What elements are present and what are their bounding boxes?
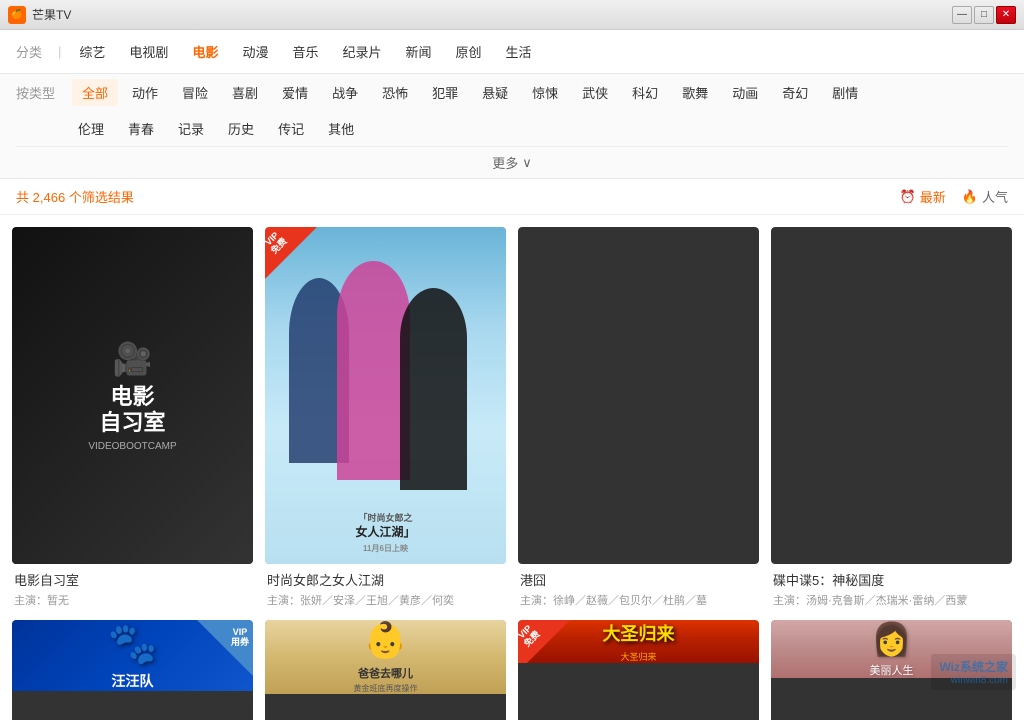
fire-icon: 🔥 — [962, 189, 978, 205]
filter-adventure[interactable]: 冒险 — [172, 79, 218, 106]
filter-animation[interactable]: 动画 — [722, 79, 768, 106]
movie-thumb-5: 🐾 汪汪队 VIP用券 — [12, 620, 253, 720]
filter-wuxia[interactable]: 武侠 — [572, 79, 618, 106]
movie-thumb-6: 👶 爸爸去哪儿 黄金班底再度操作 — [265, 620, 506, 720]
close-button[interactable]: ✕ — [996, 6, 1016, 24]
filter-all[interactable]: 全部 — [72, 79, 118, 106]
nav-item-life[interactable]: 生活 — [496, 36, 542, 67]
filter-scifi[interactable]: 科幻 — [622, 79, 668, 106]
filter-romance[interactable]: 爱情 — [272, 79, 318, 106]
movie-thumb-4: 碟中谍5 MISSION: IMPOSSIBLE ROGUE NATION VI… — [771, 227, 1012, 564]
filter-history[interactable]: 历史 — [218, 115, 264, 142]
sort-latest[interactable]: ⏰ 最新 — [900, 187, 946, 206]
nav-item-anime[interactable]: 动漫 — [232, 36, 278, 67]
movie-thumb-1: 🎥 电影自习室 VIDEOBOOTCAMP — [12, 227, 253, 564]
filter-horror[interactable]: 恐怖 — [372, 79, 418, 106]
more-filters-button[interactable]: 更多 ∨ — [16, 146, 1008, 178]
filter-row-2: 伦理 青春 记录 历史 传记 其他 — [16, 110, 1008, 146]
app-title: 芒果TV — [32, 6, 71, 23]
app-body: 分类 | 综艺 电视剧 电影 动漫 音乐 纪录片 新闻 原创 生活 按类型 全部… — [0, 30, 1024, 720]
movie-image-6: 👶 爸爸去哪儿 黄金班底再度操作 — [265, 620, 506, 694]
nav-divider: | — [58, 44, 61, 59]
filter-thriller[interactable]: 惊悚 — [522, 79, 568, 106]
titlebar-left: 🍊 芒果TV — [8, 6, 71, 24]
filter-youth[interactable]: 青春 — [118, 115, 164, 142]
top-nav: 分类 | 综艺 电视剧 电影 动漫 音乐 纪录片 新闻 原创 生活 — [0, 30, 1024, 74]
results-header: 共 2,466 个筛选结果 ⏰ 最新 🔥 人气 — [0, 179, 1024, 215]
movie-card-2[interactable]: 「时尚女郎之 女人江湖」 11月6日上映 VIP免费 时尚女郎之女 — [265, 227, 506, 608]
filter-other[interactable]: 其他 — [318, 115, 364, 142]
movie-title-1: 电影自习室 — [14, 570, 251, 589]
movie-cast-2: 主演：张妍／安泽／王旭／黄彦／何奕 — [267, 592, 504, 608]
movie-card-4[interactable]: 碟中谍5 MISSION: IMPOSSIBLE ROGUE NATION VI… — [771, 227, 1012, 608]
movie-card-6[interactable]: 👶 爸爸去哪儿 黄金班底再度操作 爸爸去哪儿 主演： — [265, 620, 506, 720]
movie-info-1: 电影自习室 主演：暂无 — [12, 564, 253, 608]
filter-musical[interactable]: 歌舞 — [672, 79, 718, 106]
movie-title-2: 时尚女郎之女人江湖 — [267, 570, 504, 589]
filter-fantasy[interactable]: 奇幻 — [772, 79, 818, 106]
movie-title-3: 港囧 — [520, 570, 757, 589]
sort-popular-label: 人气 — [982, 187, 1008, 206]
filter-war[interactable]: 战争 — [322, 79, 368, 106]
watermark-url: winwin8.com — [939, 675, 1008, 686]
nav-item-movie[interactable]: 电影 — [182, 36, 228, 67]
count-suffix: 个筛选结果 — [69, 190, 134, 205]
movie-info-2: 时尚女郎之女人江湖 主演：张妍／安泽／王旭／黄彦／何奕 — [265, 564, 506, 608]
watermark-logo: Wiz系统之家 — [939, 658, 1008, 675]
app-logo: 🍊 — [8, 6, 26, 24]
sort-popular[interactable]: 🔥 人气 — [962, 187, 1008, 206]
content-area: 🎥 电影自习室 VIDEOBOOTCAMP 电影自习室 主演：暂无 — [0, 215, 1024, 720]
movie-info-4: 碟中谍5：神秘国度 主演：汤姆·克鲁斯／杰瑞米·雷纳／西蒙 — [771, 564, 1012, 608]
filter-record[interactable]: 记录 — [168, 115, 214, 142]
filter-ethics[interactable]: 伦理 — [68, 115, 114, 142]
filter-mystery[interactable]: 悬疑 — [472, 79, 518, 106]
movie-card-3[interactable]: 港囧 09-25 情有独迫 追无所遇 IMAX VIP免费 — [518, 227, 759, 608]
chevron-down-icon: ∨ — [522, 155, 532, 171]
nav-label: 分类 — [16, 42, 42, 61]
nav-item-documentary[interactable]: 纪录片 — [332, 36, 391, 67]
maximize-button[interactable]: □ — [974, 6, 994, 24]
results-count: 共 2,466 个筛选结果 — [16, 187, 134, 206]
nav-item-original[interactable]: 原创 — [446, 36, 492, 67]
movie-cast-1: 主演：暂无 — [14, 592, 251, 608]
count-number: 2,466 — [33, 190, 66, 205]
movie-title-4: 碟中谍5：神秘国度 — [773, 570, 1010, 589]
clock-icon: ⏰ — [900, 189, 916, 205]
movie-cast-3: 主演：徐峥／赵薇／包贝尔／杜鹃／墓 — [520, 592, 757, 608]
filter-biography[interactable]: 传记 — [268, 115, 314, 142]
movie-card-1[interactable]: 🎥 电影自习室 VIDEOBOOTCAMP 电影自习室 主演：暂无 — [12, 227, 253, 608]
filter-label: 按类型 — [16, 83, 68, 102]
nav-item-variety[interactable]: 综艺 — [69, 36, 115, 67]
filter-crime[interactable]: 犯罪 — [422, 79, 468, 106]
movie-image-1: 🎥 电影自习室 VIDEOBOOTCAMP — [12, 227, 253, 564]
movie-thumb-2: 「时尚女郎之 女人江湖」 11月6日上映 VIP免费 — [265, 227, 506, 564]
movie-image-7: 大圣归来 大圣归来 VIP免费 — [518, 620, 759, 663]
sort-options: ⏰ 最新 🔥 人气 — [900, 187, 1008, 206]
window-controls: — □ ✕ — [952, 6, 1016, 24]
movie-cast-4: 主演：汤姆·克鲁斯／杰瑞米·雷纳／西蒙 — [773, 592, 1010, 608]
more-label: 更多 — [492, 153, 518, 172]
filter-comedy[interactable]: 喜剧 — [222, 79, 268, 106]
count-prefix: 共 — [16, 190, 29, 205]
movie-info-3: 港囧 主演：徐峥／赵薇／包贝尔／杜鹃／墓 — [518, 564, 759, 608]
nav-item-music[interactable]: 音乐 — [282, 36, 328, 67]
movie-thumb-7: 大圣归来 大圣归来 VIP免费 — [518, 620, 759, 720]
sort-latest-label: 最新 — [920, 187, 946, 206]
movie-image-2: 「时尚女郎之 女人江湖」 11月6日上映 VIP免费 — [265, 227, 506, 564]
titlebar: 🍊 芒果TV — □ ✕ — [0, 0, 1024, 30]
filter-drama[interactable]: 剧情 — [822, 79, 868, 106]
watermark: Wiz系统之家 winwin8.com — [931, 654, 1016, 690]
movie-thumb-3: 港囧 09-25 情有独迫 追无所遇 IMAX VIP免费 — [518, 227, 759, 564]
movie-card-7[interactable]: 大圣归来 大圣归来 VIP免费 大圣归来 主演： — [518, 620, 759, 720]
nav-item-news[interactable]: 新闻 — [396, 36, 442, 67]
minimize-button[interactable]: — — [952, 6, 972, 24]
movie-image-5: 🐾 汪汪队 VIP用券 — [12, 620, 253, 691]
filter-row-1: 按类型 全部 动作 冒险 喜剧 爱情 战争 恐怖 犯罪 悬疑 惊悚 武侠 科幻 … — [16, 74, 1008, 110]
movie-card-5[interactable]: 🐾 汪汪队 VIP用券 汪汪队立大功 主演： — [12, 620, 253, 720]
movie-grid: 🎥 电影自习室 VIDEOBOOTCAMP 电影自习室 主演：暂无 — [12, 227, 1012, 720]
filter-action[interactable]: 动作 — [122, 79, 168, 106]
nav-item-drama[interactable]: 电视剧 — [119, 36, 178, 67]
filter-section: 按类型 全部 动作 冒险 喜剧 爱情 战争 恐怖 犯罪 悬疑 惊悚 武侠 科幻 … — [0, 74, 1024, 179]
logo-text: 🍊 — [11, 9, 22, 20]
